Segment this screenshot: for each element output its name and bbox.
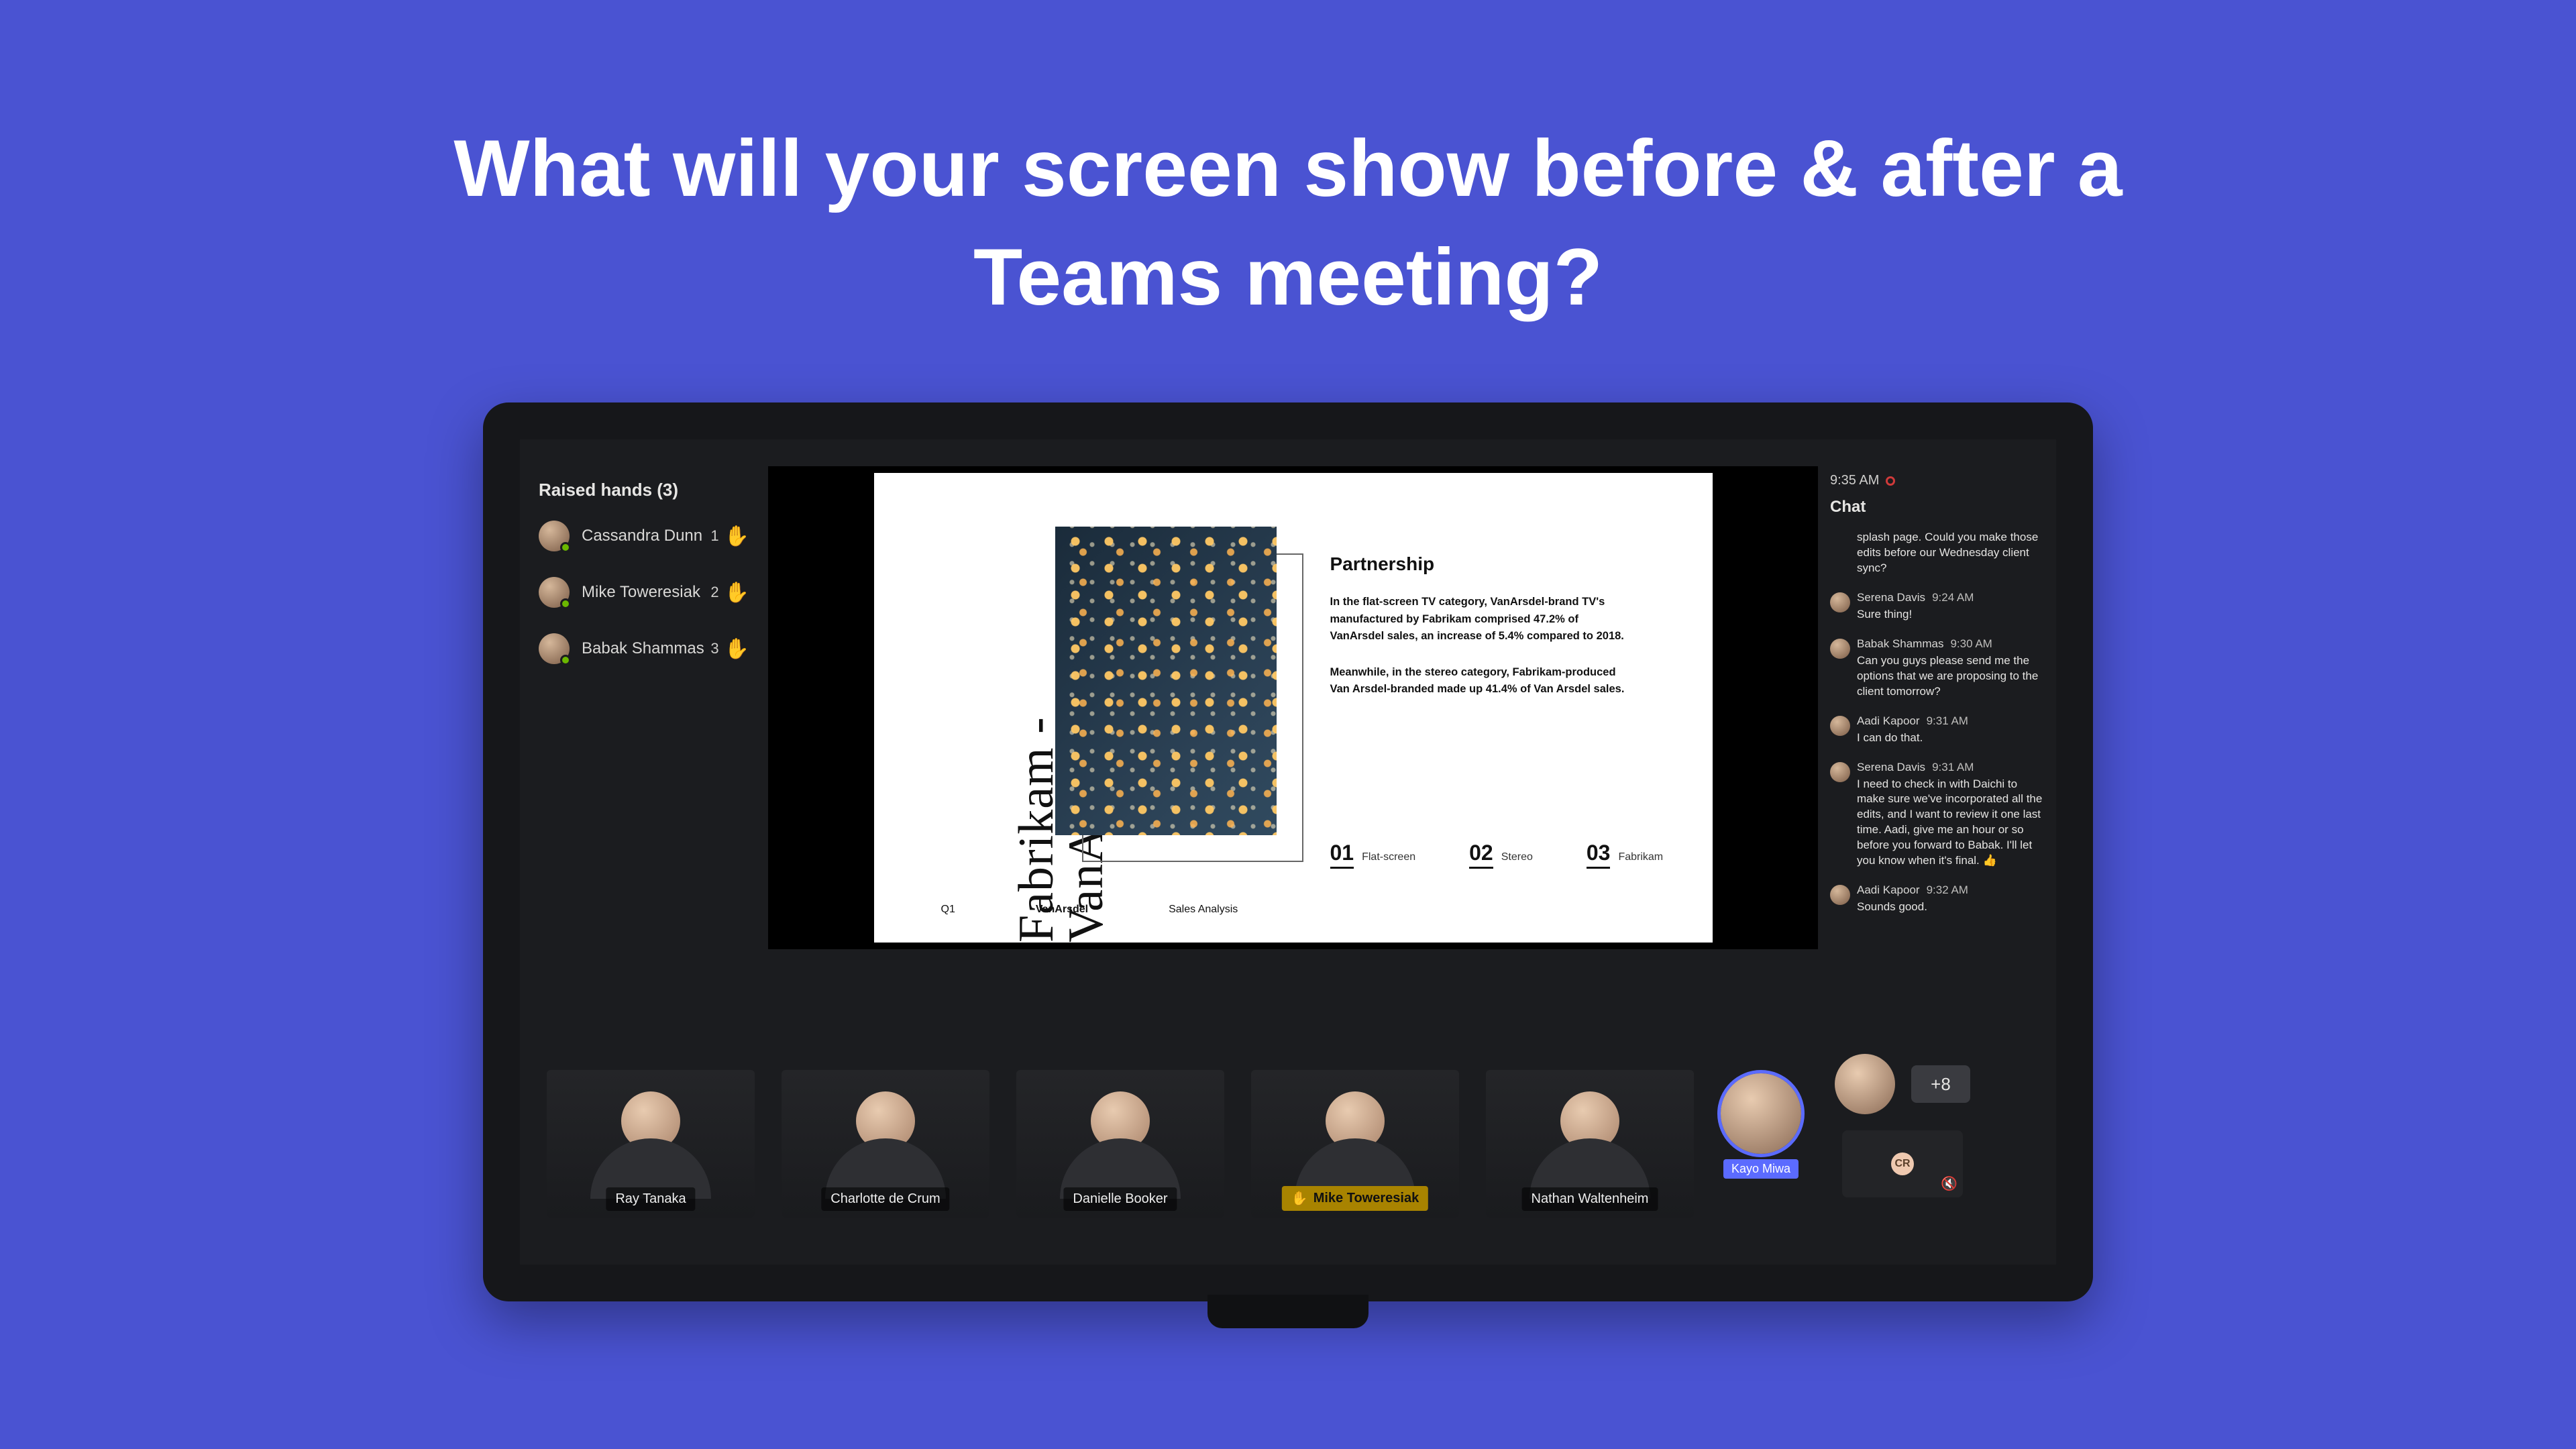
participant-overflow-stack: +8 CR 🔇	[1835, 1054, 1970, 1197]
active-speaker-circle[interactable]: Kayo Miwa	[1721, 1073, 1801, 1154]
slide-footer-subtitle: Sales Analysis	[1169, 904, 1238, 916]
slide-num: 01	[1330, 841, 1354, 869]
chat-message[interactable]: Serena Davis 9:24 AM Sure thing!	[1830, 591, 2043, 623]
chat-message-author: Babak Shammas	[1857, 637, 1943, 651]
slide-heading: Partnership	[1330, 553, 1666, 575]
participant-tile[interactable]: Ray Tanaka	[547, 1070, 755, 1218]
participant-tile[interactable]: Nathan Waltenheim	[1486, 1070, 1694, 1218]
slide-num-label: Flat-screen	[1362, 851, 1415, 863]
avatar	[1830, 592, 1850, 612]
raised-hand-item[interactable]: Babak Shammas 3 ✋	[539, 633, 749, 664]
monitor-frame: Raised hands (3) Cassandra Dunn 1 ✋ Mike…	[483, 402, 2093, 1301]
page-headline: What will your screen show before & afte…	[349, 114, 2227, 331]
video-placeholder	[1077, 1091, 1164, 1192]
presence-available-icon	[560, 542, 571, 553]
recording-icon	[1886, 476, 1895, 486]
participant-avatar-circle[interactable]	[1835, 1054, 1895, 1114]
slide-footer-brand: VanArsdel	[1036, 904, 1088, 916]
chat-message-text: splash page. Could you make those edits …	[1857, 530, 2043, 576]
participant-nameplate: Charlotte de Crum	[821, 1187, 949, 1211]
participant-overflow-count[interactable]: +8	[1911, 1065, 1970, 1103]
avatar	[1830, 885, 1850, 905]
chat-message[interactable]: Aadi Kapoor 9:32 AM Sounds good.	[1830, 883, 2043, 915]
avatar	[539, 577, 570, 608]
participant-tile[interactable]: Charlotte de Crum	[782, 1070, 989, 1218]
raised-hand-name: Babak Shammas	[582, 639, 704, 658]
chat-message[interactable]: splash page. Could you make those edits …	[1830, 530, 2043, 576]
meeting-chat-panel: 9:35 AM Chat splash page. Could you make…	[1818, 466, 2056, 949]
slide-image	[1055, 527, 1277, 835]
chat-message-text: Sure thing!	[1857, 607, 2043, 623]
slide-num: 03	[1587, 841, 1611, 869]
raised-hand-item[interactable]: Cassandra Dunn 1 ✋	[539, 521, 749, 551]
slide-num-label: Stereo	[1501, 851, 1533, 863]
presence-available-icon	[560, 655, 571, 665]
chat-message-time: 9:30 AM	[1950, 637, 1992, 651]
teams-meeting-screen: Raised hands (3) Cassandra Dunn 1 ✋ Mike…	[520, 439, 2056, 1265]
participant-tile[interactable]: Mike Toweresiak	[1251, 1070, 1459, 1218]
chat-message-text: I can do that.	[1857, 731, 2043, 746]
participant-nameplate: Nathan Waltenheim	[1522, 1187, 1658, 1211]
chat-message[interactable]: Aadi Kapoor 9:31 AM I can do that.	[1830, 714, 2043, 746]
raised-hand-item[interactable]: Mike Toweresiak 2 ✋	[539, 577, 749, 608]
meeting-top-row: Raised hands (3) Cassandra Dunn 1 ✋ Mike…	[520, 466, 2056, 949]
avatar	[1830, 716, 1850, 736]
chat-header: Chat	[1830, 498, 2043, 517]
chat-message-time: 9:31 AM	[1927, 714, 1968, 728]
chat-message-time: 9:24 AM	[1932, 591, 1974, 604]
participant-nameplate: Mike Toweresiak	[1282, 1186, 1428, 1211]
chat-message-author: Aadi Kapoor	[1857, 883, 1920, 897]
slide-number-row: 01 Flat-screen 02 Stereo 03 Fabrikam	[1330, 841, 1664, 869]
mic-muted-icon: 🔇	[1941, 1175, 1957, 1192]
raised-hands-panel: Raised hands (3) Cassandra Dunn 1 ✋ Mike…	[520, 466, 768, 949]
video-placeholder	[1311, 1091, 1399, 1192]
chat-message-text: I need to check in with Daichi to make s…	[1857, 777, 2043, 869]
meeting-time-text: 9:35 AM	[1830, 473, 1879, 488]
avatar	[1830, 762, 1850, 782]
raised-hand-icon: ✋	[724, 581, 749, 604]
shared-screen-stage[interactable]: Fabrikam - VanArsdel Partnership In the …	[768, 466, 1818, 949]
active-speaker-name: Kayo Miwa	[1723, 1159, 1799, 1179]
chat-message-text: Sounds good.	[1857, 900, 2043, 915]
chat-message-time: 9:31 AM	[1932, 761, 1974, 774]
raised-hand-name: Mike Toweresiak	[582, 583, 700, 602]
chat-message[interactable]: Babak Shammas 9:30 AM Can you guys please…	[1830, 637, 2043, 700]
self-view-initials: CR	[1891, 1152, 1914, 1175]
raised-hand-order: 3	[710, 640, 718, 657]
participant-tile[interactable]: Danielle Booker	[1016, 1070, 1224, 1218]
participant-nameplate: Danielle Booker	[1063, 1187, 1177, 1211]
raised-hand-name: Cassandra Dunn	[582, 527, 702, 545]
slide-footer-quarter: Q1	[941, 904, 955, 916]
raised-hands-title: Raised hands (3)	[539, 480, 749, 500]
video-placeholder	[842, 1091, 929, 1192]
monitor-stand	[1208, 1295, 1368, 1328]
raised-hand-order: 2	[710, 584, 718, 601]
raised-hand-icon: ✋	[724, 525, 749, 548]
video-placeholder	[607, 1091, 694, 1192]
self-view-tile[interactable]: CR 🔇	[1842, 1130, 1963, 1197]
participant-nameplate: Ray Tanaka	[606, 1187, 695, 1211]
presentation-slide: Fabrikam - VanArsdel Partnership In the …	[874, 473, 1713, 943]
avatar	[539, 633, 570, 664]
video-placeholder	[1546, 1091, 1633, 1192]
raised-hand-icon: ✋	[724, 637, 749, 661]
slide-num: 02	[1469, 841, 1493, 869]
slide-paragraph: In the flat-screen TV category, VanArsde…	[1330, 594, 1625, 645]
chat-message-author: Serena Davis	[1857, 591, 1925, 604]
chat-message[interactable]: Serena Davis 9:31 AM I need to check in w…	[1830, 761, 2043, 869]
chat-message-author: Aadi Kapoor	[1857, 714, 1920, 728]
presence-available-icon	[560, 598, 571, 609]
chat-message-time: 9:32 AM	[1927, 883, 1968, 897]
slide-num-label: Fabrikam	[1618, 851, 1663, 863]
avatar	[1830, 639, 1850, 659]
meeting-time: 9:35 AM	[1830, 473, 2043, 488]
chat-message-author: Serena Davis	[1857, 761, 1925, 774]
slide-paragraph: Meanwhile, in the stereo category, Fabri…	[1330, 664, 1625, 698]
participant-strip: Ray Tanaka Charlotte de Crum Danielle Bo…	[520, 1043, 2056, 1218]
chat-message-text: Can you guys please send me the options …	[1857, 653, 2043, 700]
avatar	[539, 521, 570, 551]
raised-hand-order: 1	[710, 527, 718, 545]
